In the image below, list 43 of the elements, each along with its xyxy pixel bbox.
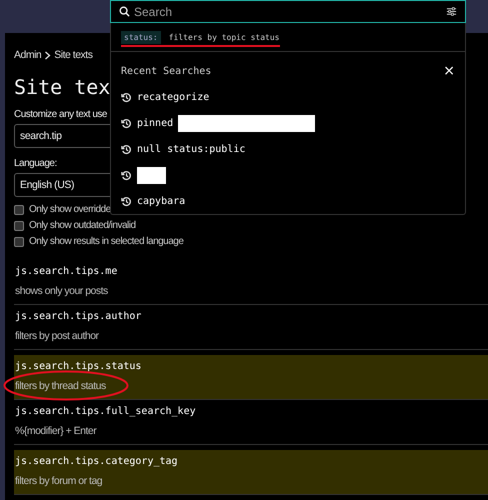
recent-search-text: pinned	[137, 118, 174, 128]
recent-search-item[interactable]: pinned	[111, 110, 326, 136]
field-label: Language:	[14, 157, 57, 170]
close-button[interactable]: ×	[443, 64, 455, 78]
search-icon	[119, 6, 130, 17]
breadcrumb-link[interactable]: Admin	[14, 49, 42, 61]
recent-search-text: null status:public	[137, 144, 246, 154]
checkbox[interactable]	[14, 220, 24, 230]
recent-search-item[interactable]: null status:public	[111, 136, 256, 162]
text-value: filters by forum or tag	[15, 475, 102, 488]
text-value: filters by thread status	[15, 380, 106, 393]
text-key: js.search.tips.me	[15, 265, 488, 279]
search-input[interactable]: Search	[134, 4, 442, 20]
sliders-icon[interactable]	[446, 6, 457, 17]
history-icon	[121, 118, 132, 128]
recent-search-text: recategorize	[137, 92, 210, 102]
history-icon	[121, 170, 132, 180]
breadcrumb-link[interactable]: Site texts	[54, 49, 92, 61]
checkbox[interactable]	[14, 236, 24, 246]
search-field[interactable]: Search	[110, 0, 466, 23]
text-key: js.search.tips.author	[15, 310, 488, 324]
recent-search-text: capybara	[137, 196, 186, 206]
section-title: Recent Searches	[121, 66, 212, 76]
text-value: filters by post author	[15, 330, 99, 343]
field-label: Customize any text use	[14, 108, 107, 121]
page-title: Site tex	[14, 75, 110, 99]
search-tip-tag[interactable]: status:	[121, 30, 161, 44]
text-value: %{modifier} + Enter	[15, 425, 96, 438]
history-icon	[121, 196, 132, 206]
search-tip-text: filters by topic status	[168, 32, 280, 42]
checkbox-label: Only show results in selected language	[29, 235, 184, 248]
text-key: js.search.tips.category_tag	[15, 455, 488, 469]
text-value: shows only your posts	[15, 285, 108, 298]
checkbox-label: Only show overridde	[29, 203, 111, 216]
recent-search-item[interactable]: capybara	[111, 188, 196, 214]
text-key: js.search.tips.status	[15, 360, 488, 374]
chevron-icon	[44, 50, 52, 60]
checkbox-label: Only show outdated/invalid	[29, 219, 136, 232]
history-icon	[121, 92, 132, 102]
recent-search-item[interactable]: recategorize	[111, 84, 220, 110]
text-key: js.search.tips.full_search_key	[15, 405, 488, 419]
history-icon	[121, 144, 132, 154]
checkbox[interactable]	[14, 204, 24, 214]
